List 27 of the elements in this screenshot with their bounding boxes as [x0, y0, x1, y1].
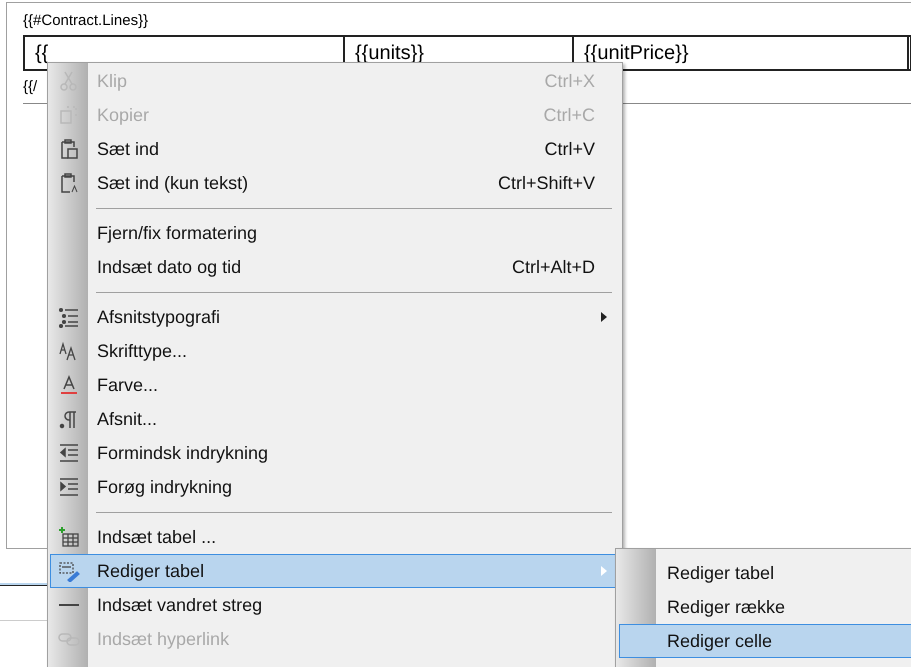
menu-item[interactable]: Indsæt vandret streg — [50, 588, 620, 622]
submenu-item[interactable]: Rediger celle — [619, 624, 911, 658]
menu-item[interactable]: Forøg indrykning — [50, 470, 620, 504]
loop-end-tag: {{/ — [23, 75, 38, 99]
menu-item[interactable]: Farve... — [50, 368, 620, 402]
loop-start-tag: {{#Contract.Lines}} — [23, 11, 911, 31]
menu-item[interactable]: Fjern/fix formatering — [50, 216, 620, 250]
insert-table-icon — [58, 526, 80, 548]
submenu-arrow-icon — [601, 566, 607, 576]
menu-item[interactable]: Afsnit... — [50, 402, 620, 436]
menu-item[interactable]: Sæt ind (kun tekst) Ctrl+Shift+V — [50, 166, 620, 200]
menu-item[interactable]: Afsnitstypografi — [50, 300, 620, 334]
outdent-icon — [58, 442, 80, 464]
indent-icon — [58, 476, 80, 498]
horizontal-line-icon — [59, 604, 79, 606]
menu-item[interactable]: Indsæt dato og tid Ctrl+Alt+D — [50, 250, 620, 284]
panel-strip — [0, 583, 47, 586]
list-icon — [58, 306, 80, 328]
submenu-item[interactable]: Rediger tabel — [619, 556, 911, 590]
menu-item[interactable]: Sæt ind Ctrl+V — [50, 132, 620, 166]
text-color-icon — [58, 374, 80, 396]
menu-item[interactable]: Skrifttype... — [50, 334, 620, 368]
menu-item[interactable]: Formindsk indrykning — [50, 436, 620, 470]
submenu-arrow-icon — [601, 312, 607, 322]
edit-table-icon — [58, 560, 80, 582]
menu-item[interactable]: Indsæt tabel ... — [50, 520, 620, 554]
submenu-item[interactable]: Rediger række — [619, 590, 911, 624]
